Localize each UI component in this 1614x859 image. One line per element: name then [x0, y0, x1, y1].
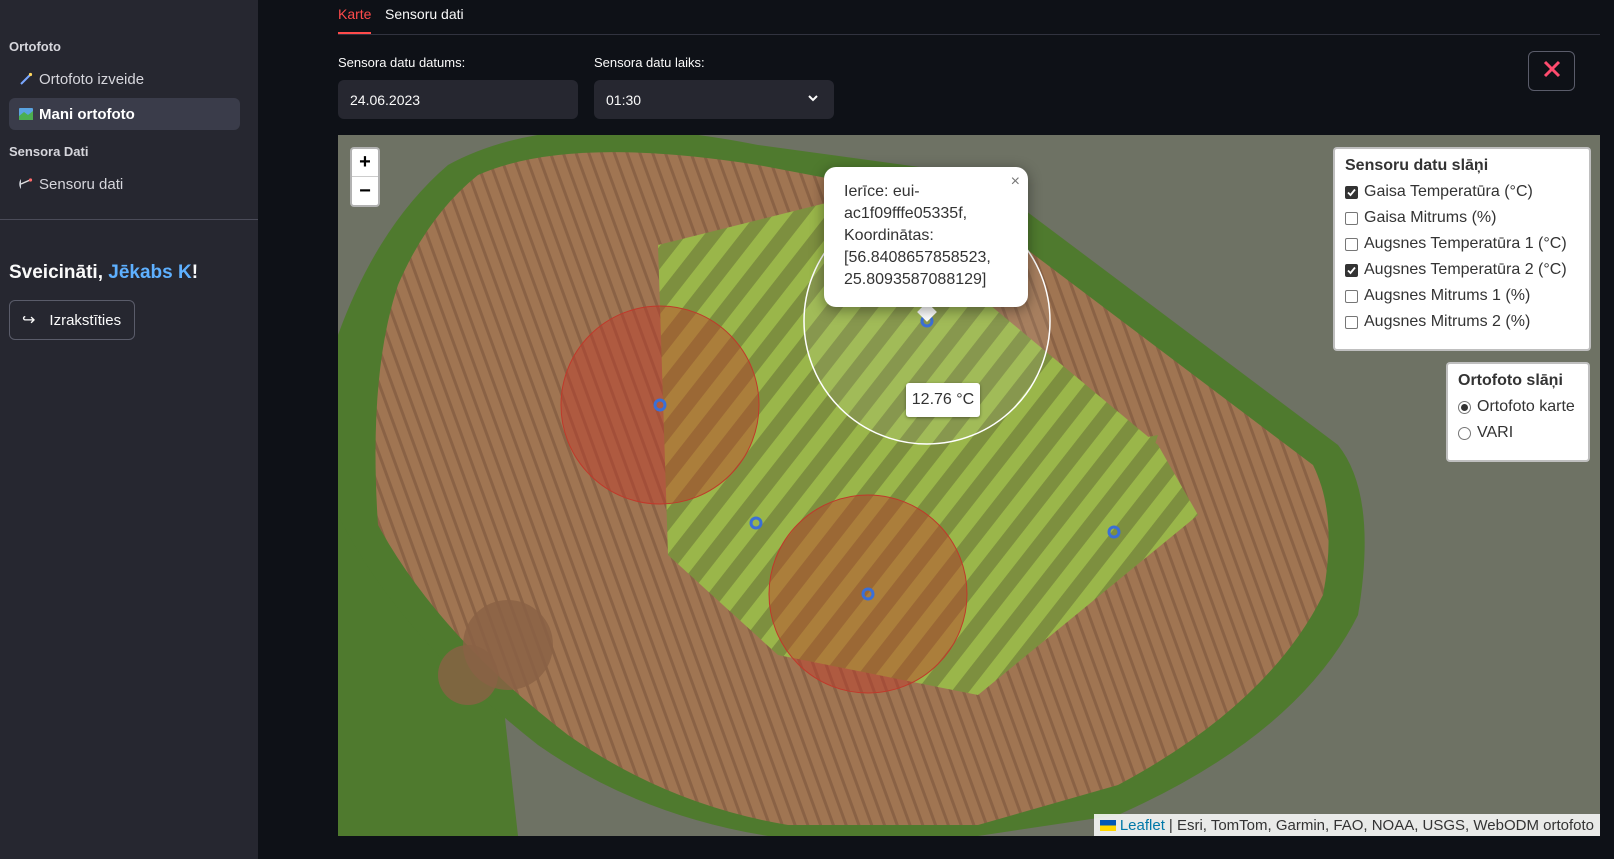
time-label: Sensora datu laiks:: [594, 55, 705, 70]
time-select[interactable]: 01:30: [594, 80, 834, 119]
layer-label: Augsnes Mitrums 1 (%): [1364, 287, 1531, 304]
radio-checked-icon[interactable]: [1458, 400, 1471, 414]
nav-item-ortofoto-izveide[interactable]: Ortofoto izveide: [9, 63, 240, 95]
close-button[interactable]: [1528, 51, 1575, 91]
nav-item-label: Mani ortofoto: [39, 105, 135, 123]
ukraine-flag-icon: [1099, 819, 1116, 831]
date-input[interactable]: 24.06.2023: [338, 80, 578, 119]
nav-section-sensora-dati: Sensora Dati: [9, 144, 89, 159]
greeting-user: Jēkabs K: [108, 262, 192, 283]
temperature-tooltip: 12.76 °C: [906, 383, 980, 417]
tab-bar: Karte Sensoru dati: [338, 0, 1600, 35]
layer-row[interactable]: Augsnes Temperatūra 2 (°C): [1345, 257, 1579, 283]
popup-line: 25.8093587088129]: [844, 271, 987, 288]
layer-row[interactable]: Augsnes Mitrums 2 (%): [1345, 309, 1579, 335]
popup-line: [56.8408657858523,: [844, 249, 991, 266]
layer-row[interactable]: Augsnes Temperatūra 1 (°C): [1345, 231, 1579, 257]
popup-line: Koordinātas:: [844, 227, 934, 244]
ortho-layers-control: Ortofoto slāņi Ortofoto karte VARI: [1446, 362, 1590, 462]
tab-sensoru-dati[interactable]: Sensoru dati: [385, 6, 464, 32]
layer-label: Augsnes Mitrums 2 (%): [1364, 313, 1531, 330]
zoom-in-button[interactable]: +: [352, 149, 378, 177]
nav-item-label: Sensoru dati: [39, 175, 124, 193]
layer-row[interactable]: Ortofoto karte: [1458, 394, 1578, 420]
logout-label: Izrakstīties: [49, 311, 122, 329]
map[interactable]: + − × Ierīce: eui- ac1f09fffe05335f, Koo…: [338, 135, 1600, 836]
tab-karte[interactable]: Karte: [338, 6, 372, 34]
ortho-layers-title: Ortofoto slāņi: [1458, 372, 1563, 389]
layer-row[interactable]: Gaisa Temperatūra (°C): [1345, 179, 1579, 205]
sidebar-divider: [0, 219, 258, 220]
wand-icon: [19, 72, 39, 86]
logout-button[interactable]: ↪ Izrakstīties: [9, 300, 135, 340]
greeting-suffix: !: [191, 262, 199, 283]
checkbox-icon[interactable]: [1345, 289, 1358, 303]
sensor-popup: × Ierīce: eui- ac1f09fffe05335f, Koordin…: [824, 167, 1028, 307]
nav-section-ortofoto: Ortofoto: [9, 39, 61, 54]
nav-item-mani-ortofoto[interactable]: Mani ortofoto: [9, 98, 240, 130]
zoom-control: + −: [350, 147, 380, 207]
layer-label: Gaisa Temperatūra (°C): [1364, 183, 1533, 200]
logout-arrow-icon: ↪: [22, 312, 36, 329]
chevron-down-icon: [806, 91, 820, 108]
sensor-layers-control: Sensoru datu slāņi Gaisa Temperatūra (°C…: [1333, 147, 1591, 351]
time-value: 01:30: [606, 91, 642, 108]
sidebar: Ortofoto Ortofoto izveide Mani ortofoto …: [0, 0, 258, 859]
layer-row[interactable]: VARI: [1458, 420, 1578, 446]
layer-row[interactable]: Gaisa Mitrums (%): [1345, 205, 1579, 231]
popup-close-icon[interactable]: ×: [1011, 171, 1020, 193]
layer-row[interactable]: Augsnes Mitrums 1 (%): [1345, 283, 1579, 309]
checkbox-icon[interactable]: [1345, 237, 1358, 251]
map-icon: [19, 107, 39, 121]
layer-label: Gaisa Mitrums (%): [1364, 209, 1497, 226]
greeting-prefix: Sveicināti,: [9, 262, 109, 283]
layer-label: Augsnes Temperatūra 1 (°C): [1364, 235, 1567, 252]
attribution-text: | Esri, TomTom, Garmin, FAO, NOAA, USGS,…: [1168, 816, 1594, 834]
date-label: Sensora datu datums:: [338, 55, 466, 70]
checkbox-icon[interactable]: [1345, 315, 1358, 329]
checkbox-icon[interactable]: [1345, 211, 1358, 225]
satellite-icon: [19, 177, 39, 191]
popup-line: Ierīce: eui-: [844, 183, 920, 200]
zoom-out-button[interactable]: −: [352, 177, 378, 205]
close-icon: [1543, 60, 1561, 83]
checkbox-checked-icon[interactable]: [1345, 185, 1358, 199]
leaflet-link[interactable]: Leaflet: [1120, 817, 1165, 834]
checkbox-checked-icon[interactable]: [1345, 263, 1358, 277]
date-value: 24.06.2023: [350, 91, 421, 108]
layer-label: Ortofoto karte: [1477, 398, 1575, 415]
greeting: Sveicināti, Jēkabs K!: [9, 262, 198, 284]
nav-item-label: Ortofoto izveide: [39, 70, 145, 88]
layer-label: VARI: [1477, 424, 1514, 441]
nav-item-sensoru-dati[interactable]: Sensoru dati: [9, 168, 240, 200]
popup-line: ac1f09fffe05335f,: [844, 205, 968, 222]
radio-icon[interactable]: [1458, 426, 1471, 440]
map-attribution: Leaflet | Esri, TomTom, Garmin, FAO, NOA…: [1093, 814, 1600, 836]
sensor-layers-title: Sensoru datu slāņi: [1345, 157, 1489, 174]
layer-label: Augsnes Temperatūra 2 (°C): [1364, 261, 1567, 278]
